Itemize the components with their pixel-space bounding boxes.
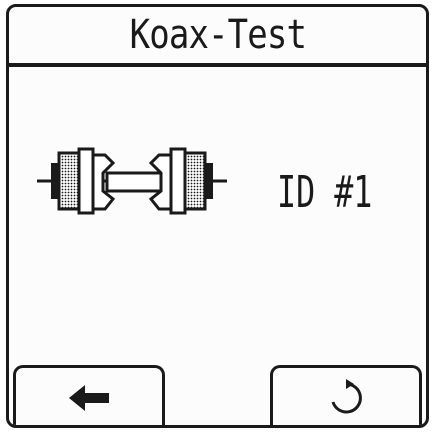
back-button[interactable]: [13, 365, 165, 425]
cable-id-label: ID #1: [277, 167, 373, 218]
arrow-left-icon: [67, 383, 111, 413]
coax-cable-icon: [37, 137, 227, 227]
page-title: Koax-Test: [129, 12, 306, 58]
refresh-button[interactable]: [270, 365, 422, 425]
title-bar: Koax-Test: [9, 7, 426, 67]
device-screen: Koax-Test ID #1: [6, 4, 429, 428]
refresh-icon: [326, 378, 366, 418]
